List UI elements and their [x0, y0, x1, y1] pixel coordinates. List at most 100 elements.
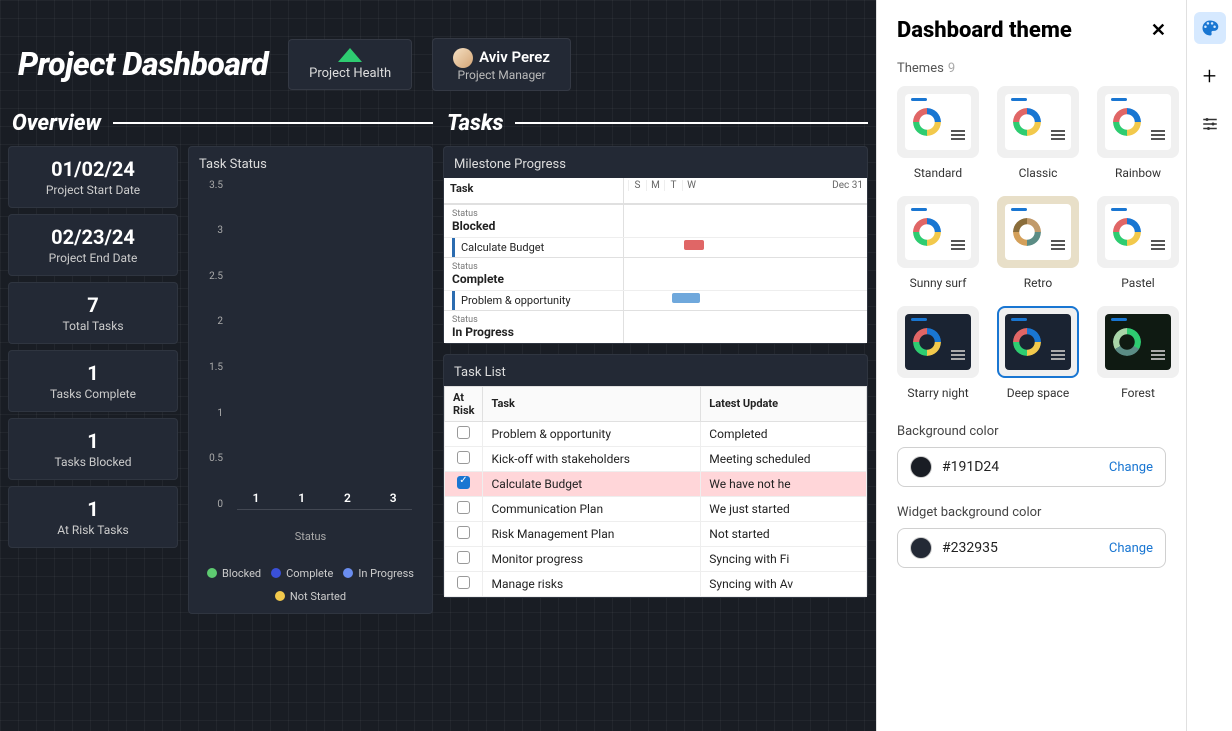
theme-retro[interactable]: Retro: [997, 196, 1079, 290]
theme-pastel[interactable]: Pastel: [1097, 196, 1179, 290]
stat-card[interactable]: 1 Tasks Blocked: [8, 418, 178, 480]
milestone-widget[interactable]: Milestone Progress TaskDec 31SMTWStatusB…: [443, 146, 868, 344]
theme-deep-space[interactable]: Deep space: [997, 306, 1079, 400]
change-widget-bg-button[interactable]: Change: [1109, 541, 1153, 556]
theme-sidebar: Dashboard theme ✕ Themes9 StandardClassi…: [876, 0, 1232, 731]
legend-item[interactable]: Blocked: [207, 567, 261, 580]
bg-color-label: Background color: [897, 424, 1166, 439]
table-row[interactable]: Calculate BudgetWe have not he: [445, 471, 867, 496]
task-status-chart[interactable]: Task Status 00.511.522.533.5 1123 Status…: [188, 146, 433, 614]
gantt-task-row[interactable]: Problem & opportunity: [444, 290, 867, 310]
theme-rainbow[interactable]: Rainbow: [1097, 86, 1179, 180]
at-risk-checkbox[interactable]: [457, 551, 470, 564]
stat-label: Project End Date: [19, 251, 167, 265]
at-risk-checkbox[interactable]: [457, 576, 470, 589]
at-risk-checkbox[interactable]: [457, 451, 470, 464]
at-risk-checkbox[interactable]: [457, 476, 470, 489]
bar-in-progress[interactable]: 2: [329, 491, 367, 509]
widget-bg-label: Widget background color: [897, 505, 1166, 520]
theme-standard[interactable]: Standard: [897, 86, 979, 180]
stat-label: Total Tasks: [19, 319, 167, 333]
stat-value: 1: [19, 429, 167, 453]
widget-bg-value: #232935: [942, 540, 1099, 556]
theme-forest[interactable]: Forest: [1097, 306, 1179, 400]
legend-item[interactable]: In Progress: [343, 567, 414, 580]
sliders-icon: [1201, 115, 1219, 133]
user-role: Project Manager: [453, 68, 550, 82]
stat-card[interactable]: 1 Tasks Complete: [8, 350, 178, 412]
gantt-chart: TaskDec 31SMTWStatusBlockedCalculate Bud…: [444, 178, 867, 343]
legend-item[interactable]: Complete: [271, 567, 333, 580]
stats-column: 01/02/24 Project Start Date 02/23/24 Projec…: [8, 146, 178, 614]
bg-color-input[interactable]: #191D24 Change: [897, 447, 1166, 487]
task-table: At Risk Task Latest Update Problem & opp…: [444, 386, 867, 597]
task-name: Manage risks: [483, 571, 701, 596]
project-manager-card[interactable]: Aviv Perez Project Manager: [432, 38, 571, 91]
change-bg-button[interactable]: Change: [1109, 460, 1153, 475]
table-row[interactable]: Communication PlanWe just started: [445, 496, 867, 521]
stat-value: 7: [19, 293, 167, 317]
header: Project Dashboard Project Health Aviv Pe…: [18, 38, 858, 91]
settings-rail-button[interactable]: [1194, 108, 1226, 140]
at-risk-checkbox[interactable]: [457, 526, 470, 539]
task-update: Completed: [701, 421, 867, 446]
theme-rail-button[interactable]: [1194, 12, 1226, 44]
task-list-widget[interactable]: Task List At Risk Task Latest Update Pro…: [443, 354, 868, 598]
table-row[interactable]: Monitor progressSyncing with Fi: [445, 546, 867, 571]
gantt-group[interactable]: StatusComplete: [444, 257, 867, 290]
bg-color-value: #191D24: [942, 459, 1099, 475]
table-row[interactable]: Kick-off with stakeholdersMeeting schedu…: [445, 446, 867, 471]
bg-swatch: [910, 456, 932, 478]
widget-bg-input[interactable]: #232935 Change: [897, 528, 1166, 568]
at-risk-checkbox[interactable]: [457, 501, 470, 514]
project-health-card[interactable]: Project Health: [288, 39, 412, 90]
gantt-task-row[interactable]: Calculate Budget: [444, 237, 867, 257]
theme-sunny-surf[interactable]: Sunny surf: [897, 196, 979, 290]
close-icon[interactable]: ✕: [1151, 20, 1166, 41]
task-name: Communication Plan: [483, 496, 701, 521]
at-risk-checkbox[interactable]: [457, 426, 470, 439]
stat-label: Tasks Complete: [19, 387, 167, 401]
health-up-icon: [338, 48, 362, 62]
task-update: Syncing with Av: [701, 571, 867, 596]
stat-card[interactable]: 7 Total Tasks: [8, 282, 178, 344]
health-label: Project Health: [309, 66, 391, 81]
theme-classic[interactable]: Classic: [997, 86, 1079, 180]
stat-card[interactable]: 1At Risk Tasks: [8, 486, 178, 548]
gantt-group[interactable]: StatusIn Progress: [444, 310, 867, 343]
tasks-title: Tasks: [447, 111, 503, 136]
stat-card[interactable]: 01/02/24 Project Start Date: [8, 146, 178, 208]
stat-card[interactable]: 02/23/24 Project End Date: [8, 214, 178, 276]
avatar: [453, 48, 473, 68]
task-name: Calculate Budget: [483, 471, 701, 496]
tasks-section: Tasks Milestone Progress TaskDec 31SMTWS…: [443, 111, 868, 614]
stat-value: 1: [19, 361, 167, 385]
table-row[interactable]: Problem & opportunityCompleted: [445, 421, 867, 446]
theme-starry-night[interactable]: Starry night: [897, 306, 979, 400]
milestone-title: Milestone Progress: [444, 147, 867, 178]
overview-title: Overview: [12, 111, 101, 136]
stat-value: 1: [19, 497, 167, 521]
gantt-task-header: Task: [444, 178, 624, 203]
stat-label: Tasks Blocked: [19, 455, 167, 469]
bars-area: 1123: [237, 180, 412, 510]
stat-label: Project Start Date: [19, 183, 167, 197]
bar-blocked[interactable]: 1: [237, 491, 275, 509]
stat-value: 02/23/24: [19, 225, 167, 249]
bar-complete[interactable]: 1: [283, 491, 321, 509]
stat-value: 01/02/24: [19, 157, 167, 181]
x-axis-label: Status: [199, 530, 422, 543]
col-update: Latest Update: [701, 386, 867, 421]
palette-icon: [1200, 18, 1220, 38]
bar-not-started[interactable]: 3: [374, 491, 412, 509]
table-row[interactable]: Risk Management PlanNot started: [445, 521, 867, 546]
task-update: We have not he: [701, 471, 867, 496]
panel-title: Dashboard theme: [897, 18, 1072, 43]
task-update: Not started: [701, 521, 867, 546]
legend-item[interactable]: Not Started: [275, 590, 346, 603]
col-at-risk: At Risk: [445, 386, 483, 421]
gantt-group[interactable]: StatusBlocked: [444, 204, 867, 237]
add-rail-button[interactable]: +: [1194, 60, 1226, 92]
overview-section: Overview 01/02/24 Project Start Date 02/23…: [8, 111, 433, 614]
table-row[interactable]: Manage risksSyncing with Av: [445, 571, 867, 596]
